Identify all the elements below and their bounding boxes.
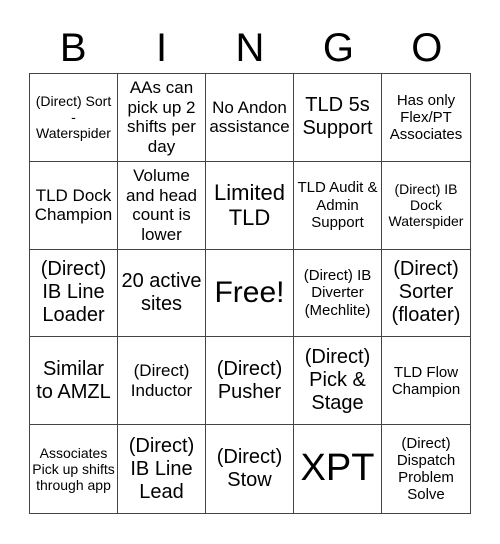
bingo-cell[interactable]: Limited TLD <box>206 161 294 250</box>
bingo-cell[interactable]: (Direct) Sort - Waterspider <box>30 74 118 162</box>
bingo-cell[interactable]: AAs can pick up 2 shifts per day <box>118 74 206 162</box>
bingo-board: (Direct) Sort - Waterspider AAs can pick… <box>29 73 471 514</box>
bingo-cell[interactable]: (Direct) Pusher <box>206 337 294 426</box>
bingo-free-space[interactable]: Free! <box>206 249 294 338</box>
bingo-cell[interactable]: Associates Pick up shifts through app <box>30 425 118 513</box>
bingo-cell[interactable]: (Direct) IB Diverter (Mechlite) <box>294 249 382 338</box>
bingo-cell[interactable]: Similar to AMZL <box>30 337 118 426</box>
bingo-cell[interactable]: Has only Flex/PT Associates <box>382 74 470 162</box>
header-letter-o: O <box>411 26 443 70</box>
bingo-cell[interactable]: (Direct) IB Line Loader <box>30 249 118 338</box>
bingo-cell[interactable]: (Direct) Dispatch Problem Solve <box>382 425 470 513</box>
header-letter-n: N <box>235 26 265 70</box>
bingo-cell[interactable]: (Direct) Pick & Stage <box>294 337 382 426</box>
bingo-cell[interactable]: TLD 5s Support <box>294 74 382 162</box>
bingo-cell[interactable]: (Direct) IB Line Lead <box>118 425 206 513</box>
bingo-cell[interactable]: (Direct) Sorter (floater) <box>382 250 470 338</box>
header-letter-b: B <box>59 26 87 70</box>
bingo-cell[interactable]: TLD Dock Champion <box>30 161 118 250</box>
bingo-cell[interactable]: TLD Flow Champion <box>382 337 470 426</box>
bingo-cell[interactable]: (Direct) IB Dock Waterspider <box>382 162 470 250</box>
header-letter-i: I <box>156 26 168 70</box>
bingo-cell[interactable]: (Direct) Stow <box>206 425 294 513</box>
bingo-cell[interactable]: No Andon assistance <box>206 74 294 162</box>
bingo-cell[interactable]: 20 active sites <box>118 249 206 338</box>
bingo-cell[interactable]: Volume and head count is lower <box>118 161 206 250</box>
bingo-cell[interactable]: TLD Audit & Admin Support <box>294 161 382 250</box>
header-letter-g: G <box>322 26 354 70</box>
bingo-header: B I N G O <box>29 22 471 74</box>
bingo-cell[interactable]: (Direct) Inductor <box>118 337 206 426</box>
bingo-cell[interactable]: XPT <box>294 425 382 513</box>
